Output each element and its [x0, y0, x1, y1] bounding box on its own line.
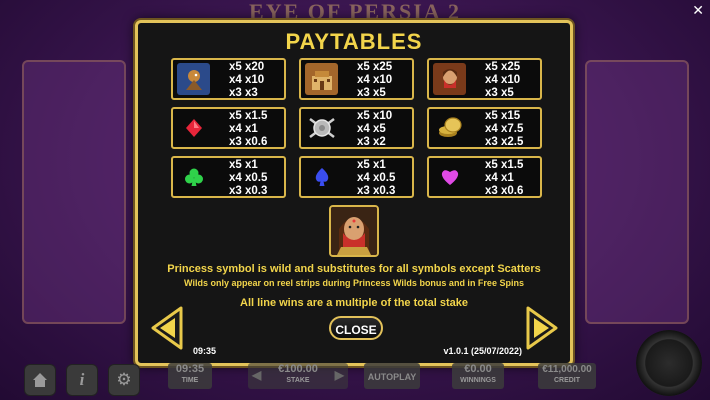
- winnings-display: €0.00 WINNINGS: [452, 363, 504, 389]
- next-page-arrow-icon[interactable]: [523, 305, 561, 351]
- paytable-panel: PAYTABLES x5 x20 x4 x10 x3 x3 x5 x25 x4 x10…: [135, 20, 573, 366]
- palace-icon: [305, 63, 338, 95]
- princess-wild-icon: [329, 205, 379, 257]
- home-icon: [33, 373, 47, 387]
- pay-line: x5 x20: [229, 61, 265, 73]
- winnings-value: €0.00: [464, 363, 492, 375]
- pay-line: x3 x0.3: [357, 184, 396, 197]
- pay-line: x3 x0.3: [229, 184, 268, 197]
- paytable-title: PAYTABLES: [285, 29, 423, 54]
- pay-line: x3 x0.6: [485, 184, 524, 197]
- autoplay-button[interactable]: AUTOPLAY: [364, 363, 420, 389]
- paytable-cell-diamond: x5 x1.5 x4 x1 x3 x0.6: [171, 107, 286, 149]
- panel-time: 09:35: [193, 346, 217, 356]
- paytable-cell-heart: x5 x1.5 x4 x1 x3 x0.6: [427, 156, 542, 198]
- pay-line: x4 x1: [229, 122, 258, 135]
- paytable-cell-spade: x5 x1 x4 x0.5 x3 x0.3: [299, 156, 414, 198]
- pay-line: x5 x1: [229, 159, 258, 171]
- previous-page-arrow-icon[interactable]: [148, 305, 186, 351]
- background-reel-left: [22, 60, 126, 324]
- pay-line: x3 x3: [229, 86, 258, 99]
- pay-line: x5 x10: [357, 110, 393, 122]
- pay-line: x4 x10: [357, 73, 393, 86]
- gold-coins-icon: [433, 112, 466, 144]
- info-button[interactable]: i: [66, 364, 98, 396]
- paytable-cell-club: x5 x1 x4 x0.5 x3 x0.3: [171, 156, 286, 198]
- wild-description-text: Princess symbol is wild and substitutes …: [167, 263, 541, 275]
- credit-label: CREDIT: [553, 377, 581, 384]
- time-display: 09:35 TIME: [168, 363, 212, 389]
- pay-line: x5 x1: [357, 159, 386, 171]
- line-wins-text: All line wins are a multiple of the tota…: [240, 297, 468, 309]
- winnings-label: WINNINGS: [460, 377, 496, 384]
- pay-line: x4 x0.5: [357, 171, 396, 184]
- pay-line: x5 x15: [485, 110, 521, 122]
- stake-value: €100.00: [278, 363, 318, 375]
- gear-icon: ⚙: [116, 370, 132, 389]
- background-reel-right: [585, 60, 689, 324]
- stake-selector: ◀ €100.00 STAKE ▶: [248, 363, 348, 389]
- home-button[interactable]: [24, 364, 56, 396]
- pink-heart-icon: [433, 161, 466, 193]
- spin-button[interactable]: [636, 330, 702, 396]
- stake-increase-icon[interactable]: ▶: [335, 368, 344, 382]
- pay-line: x3 x5: [357, 86, 386, 99]
- autoplay-label: AUTOPLAY: [367, 372, 417, 382]
- pay-line: x3 x2: [357, 135, 386, 148]
- version-text: v1.0.1 (25/07/2022): [443, 346, 522, 356]
- pay-line: x5 x25: [357, 61, 393, 73]
- pay-line: x4 x0.5: [229, 171, 268, 184]
- wild-reel-text: Wilds only appear on reel strips during …: [184, 278, 524, 288]
- red-diamond-icon: [177, 112, 210, 144]
- stake-label: STAKE: [286, 377, 310, 384]
- time-value: 09:35: [175, 363, 205, 375]
- close-button[interactable]: CLOSE: [329, 316, 383, 340]
- shield-swords-icon: [305, 112, 338, 144]
- bottom-bar: i ⚙ 09:35 TIME ◀ €100.00 STAKE ▶ AUTOPLA…: [0, 360, 710, 400]
- paytable-cell-coins: x5 x15 x4 x7.5 x3 x2.5: [427, 107, 542, 149]
- close-icon[interactable]: ✕: [692, 3, 704, 17]
- green-club-icon: [177, 161, 210, 193]
- pay-line: x4 x10: [485, 73, 521, 86]
- paytable-cell-shield: x5 x10 x4 x5 x3 x2: [299, 107, 414, 149]
- woman-portrait-icon: [433, 63, 466, 95]
- pay-line: x4 x7.5: [485, 122, 524, 135]
- pay-line: x3 x0.6: [229, 135, 268, 148]
- info-icon: i: [79, 370, 85, 389]
- pay-line: x4 x1: [485, 171, 514, 184]
- pay-line: x4 x5: [357, 122, 386, 135]
- pay-line: x5 x1.5: [229, 110, 268, 122]
- time-label: TIME: [181, 377, 199, 384]
- credit-display: €11,000.00 CREDIT: [538, 363, 596, 389]
- pay-line: x3 x5: [485, 86, 514, 99]
- blue-spade-icon: [305, 161, 338, 193]
- stake-decrease-icon[interactable]: ◀: [252, 368, 261, 382]
- pay-line: x3 x2.5: [485, 135, 524, 148]
- pay-line: x5 x25: [485, 61, 521, 73]
- falcon-icon: [177, 63, 210, 95]
- settings-button[interactable]: ⚙: [108, 364, 140, 396]
- paytable-cell-falcon: x5 x20 x4 x10 x3 x3: [171, 58, 286, 100]
- credit-value: €11,000.00: [542, 364, 592, 375]
- pay-line: x5 x1.5: [485, 159, 524, 171]
- paytable-cell-woman: x5 x25 x4 x10 x3 x5: [427, 58, 542, 100]
- background-game-title: EYE OF PERSIA 2: [249, 0, 461, 24]
- paytable-cell-palace: x5 x25 x4 x10 x3 x5: [299, 58, 414, 100]
- pay-line: x4 x10: [229, 73, 265, 86]
